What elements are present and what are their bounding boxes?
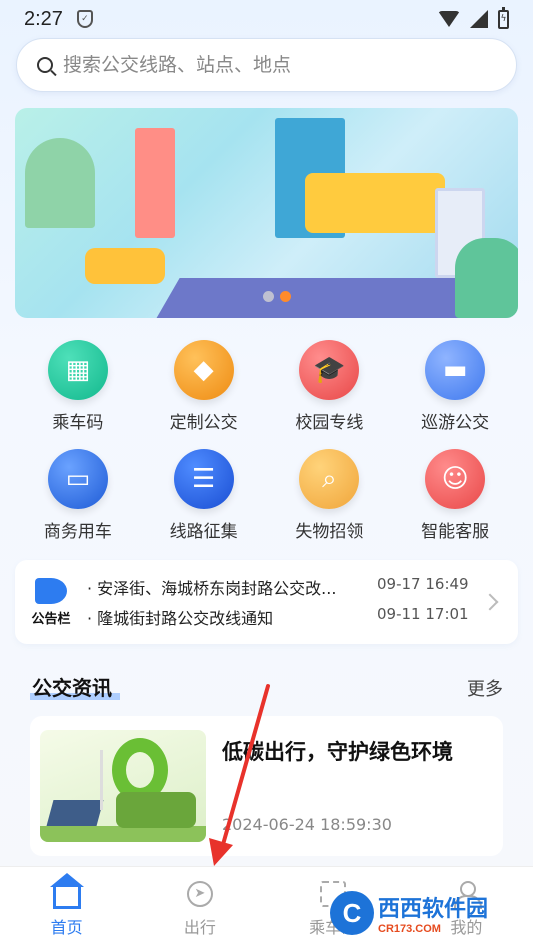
shield-icon: ✓ — [76, 10, 93, 28]
search-icon — [37, 57, 53, 73]
lost-found-icon: ⌕ — [299, 449, 360, 509]
green-car-shape — [116, 792, 196, 828]
notice-title: · 隆城街封路公交改线通知 — [87, 609, 274, 628]
news-text: 低碳出行，守护绿色环境 2024-06-24 18:59:30 — [222, 730, 453, 842]
service-custom-bus[interactable]: ◆ 定制公交 — [141, 340, 267, 433]
notice-item[interactable]: · 隆城街封路公交改线通知 09-11 17:01 — [87, 605, 476, 629]
service-label: 失物招领 — [295, 522, 364, 542]
service-smart-support[interactable]: ☺ 智能客服 — [392, 449, 518, 542]
news-time: 2024-06-24 18:59:30 — [222, 815, 392, 834]
customer-service-icon: ☺ — [425, 449, 486, 509]
news-more-link[interactable]: 更多 — [467, 675, 503, 701]
tab-travel[interactable]: ➤ 出行 — [133, 867, 266, 948]
notice-badge: 公告栏 — [15, 577, 87, 627]
banner-carousel[interactable] — [15, 108, 518, 318]
qr-bus-icon: ▦ — [47, 340, 108, 400]
news-header: 公交资讯 更多 — [30, 672, 503, 701]
status-bar: 2:27 ✓ ϟ — [0, 0, 533, 38]
service-label: 巡游公交 — [421, 413, 490, 433]
notice-item[interactable]: · 安泽街、海城桥东岗封路公交改... 09-17 16:49 — [87, 575, 476, 599]
bus-icon: ▬ — [425, 340, 486, 400]
service-tour-bus[interactable]: ▬ 巡游公交 — [392, 340, 518, 433]
battery-icon: ϟ — [498, 6, 509, 29]
status-right: ϟ — [438, 6, 509, 29]
service-lost-found[interactable]: ⌕ 失物招领 — [267, 449, 393, 542]
notice-date: 09-17 16:49 — [377, 575, 469, 593]
watermark-site: CR173.COM — [378, 923, 441, 935]
graduation-cap-icon: 🎓 — [299, 340, 360, 400]
carousel-dots[interactable] — [263, 291, 291, 302]
service-label: 商务用车 — [43, 522, 112, 542]
banner-illustration — [110, 278, 510, 318]
watermark-emblem: C — [330, 891, 374, 935]
carousel-dot[interactable] — [263, 291, 274, 302]
bus-shape — [305, 173, 445, 233]
service-route-collection[interactable]: ☰ 线路征集 — [141, 449, 267, 542]
navigation-icon: ➤ — [186, 880, 213, 907]
chevron-right-icon[interactable] — [481, 593, 499, 611]
wind-turbine-shape — [100, 750, 103, 810]
cellular-icon — [470, 10, 488, 28]
watermark-logo: C 西西软件园 CR173.COM — [330, 888, 530, 938]
service-label: 校园专线 — [295, 413, 364, 433]
watermark-brand: 西西软件园 — [378, 897, 489, 922]
tree-shape — [455, 238, 518, 318]
diamond-icon: ◆ — [173, 340, 234, 400]
status-time: 2:27 — [24, 7, 63, 30]
car-icon: ▭ — [47, 449, 108, 509]
building-shape — [135, 128, 175, 238]
service-label: 线路征集 — [169, 522, 238, 542]
news-section-title: 公交资讯 — [30, 672, 120, 701]
service-business-car[interactable]: ▭ 商务用车 — [15, 449, 141, 542]
home-icon — [49, 872, 84, 909]
watermark-text: 西西软件园 CR173.COM — [378, 891, 488, 935]
service-label: 乘车码 — [52, 413, 104, 433]
news-card[interactable]: 低碳出行，守护绿色环境 2024-06-24 18:59:30 — [30, 716, 503, 856]
news-thumbnail — [40, 730, 206, 842]
clipboard-icon: ☰ — [173, 449, 234, 509]
tree-shape — [25, 138, 95, 228]
taxi-shape — [85, 248, 165, 284]
grass-shape — [40, 826, 206, 842]
tab-label: 首页 — [50, 917, 83, 937]
megaphone-icon — [35, 577, 67, 604]
service-campus-line[interactable]: 🎓 校园专线 — [267, 340, 393, 433]
news-headline: 低碳出行，守护绿色环境 — [222, 740, 453, 764]
notice-date: 09-11 17:01 — [377, 605, 469, 623]
search-bar[interactable] — [16, 38, 517, 92]
wifi-icon — [438, 11, 460, 27]
tab-label: 出行 — [183, 917, 216, 937]
notice-title: · 安泽街、海城桥东岗封路公交改... — [87, 579, 337, 598]
service-grid: ▦ 乘车码 ◆ 定制公交 🎓 校园专线 ▬ 巡游公交 ▭ 商务用车 ☰ 线路征集… — [15, 340, 518, 542]
search-input[interactable] — [63, 54, 483, 76]
service-label: 智能客服 — [421, 522, 490, 542]
solar-panel-shape — [46, 800, 104, 826]
notice-board[interactable]: 公告栏 · 安泽街、海城桥东岗封路公交改... 09-17 16:49 · 隆城… — [15, 560, 518, 644]
tab-home[interactable]: 首页 — [0, 867, 133, 948]
notice-badge-label: 公告栏 — [31, 611, 71, 627]
notice-list: · 安泽街、海城桥东岗封路公交改... 09-17 16:49 · 隆城街封路公… — [87, 575, 476, 629]
service-label: 定制公交 — [169, 413, 238, 433]
service-ride-code[interactable]: ▦ 乘车码 — [15, 340, 141, 433]
carousel-dot-active[interactable] — [280, 291, 291, 302]
